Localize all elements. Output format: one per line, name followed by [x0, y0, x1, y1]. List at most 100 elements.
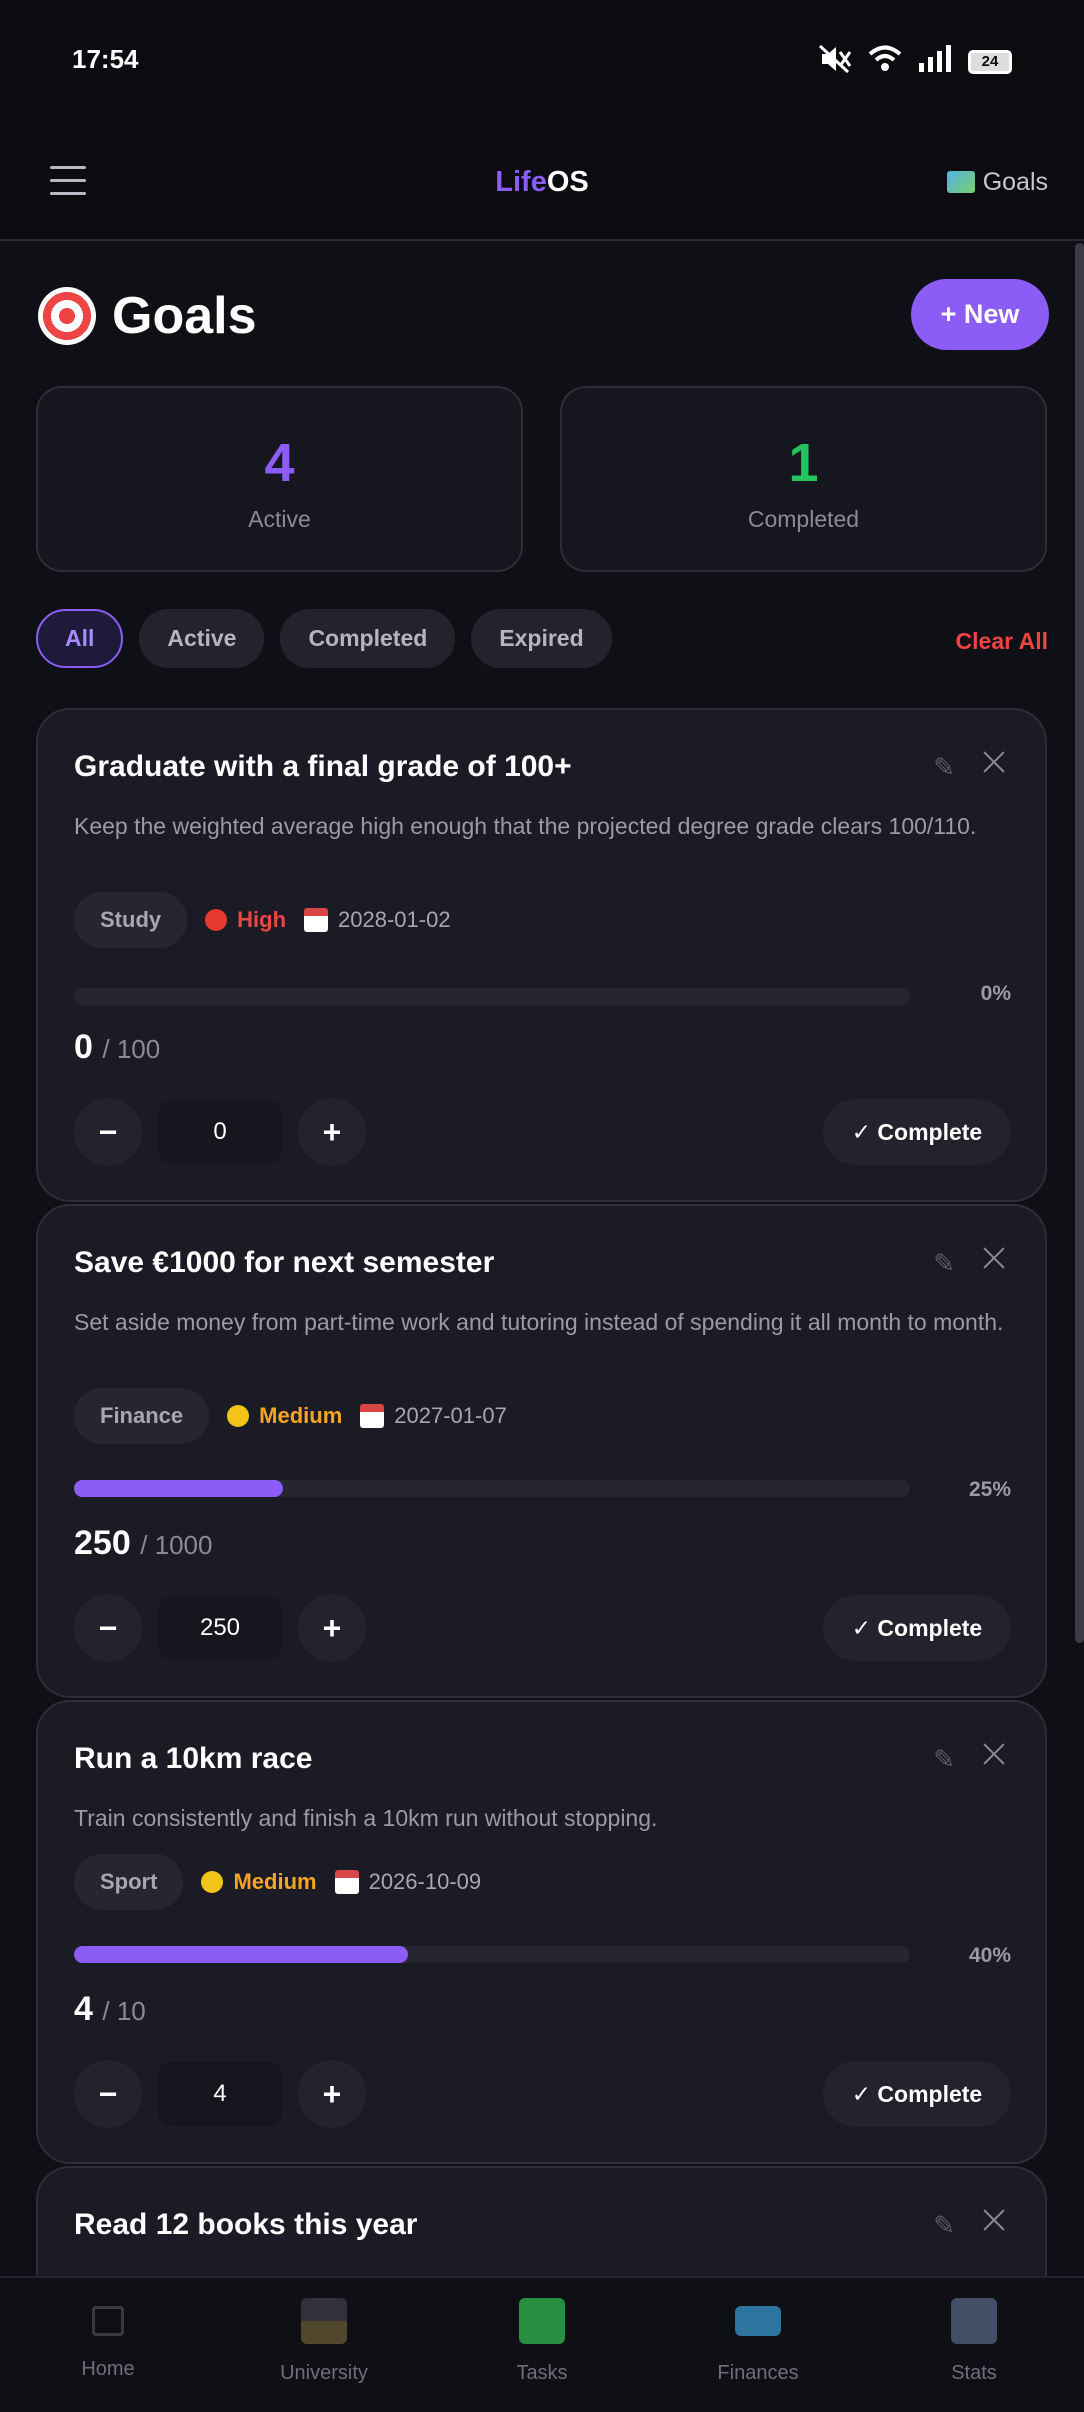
current-value: 0 — [74, 1028, 93, 1066]
brand-part2: OS — [546, 166, 589, 198]
edit-icon[interactable]: ✎ — [933, 752, 955, 783]
close-icon[interactable] — [981, 2206, 1007, 2232]
nav-stats-label: Stats — [951, 2362, 997, 2384]
target-value: / 1000 — [140, 1530, 213, 1560]
calendar-icon — [360, 1404, 385, 1428]
mute-icon — [818, 44, 852, 79]
decrement-button[interactable]: − — [74, 1594, 142, 1662]
value-input[interactable]: 250 — [158, 1596, 282, 1660]
active-stat-card: 4 Active — [36, 386, 523, 572]
brand-part1: Life — [495, 166, 547, 198]
signal-icon — [918, 45, 952, 78]
goal-title: Read 12 books this year — [74, 2208, 418, 2241]
yellow-circle-icon — [227, 1405, 250, 1427]
graduation-cap-icon — [301, 2298, 347, 2344]
nav-stats[interactable]: Stats — [904, 2298, 1044, 2385]
priority-label: Medium — [227, 1403, 342, 1429]
new-goal-button[interactable]: + New — [911, 279, 1049, 350]
filter-expired[interactable]: Expired — [471, 609, 612, 668]
filter-all[interactable]: All — [36, 609, 124, 668]
value-input[interactable]: 0 — [158, 1100, 282, 1164]
close-icon[interactable] — [981, 1244, 1007, 1270]
goal-card: Save €1000 for next semester ✎ Set aside… — [36, 1204, 1047, 1698]
target-value: / 100 — [102, 1034, 161, 1064]
goal-description: Keep the weighted average high enough th… — [74, 813, 977, 839]
nav-tasks[interactable]: Tasks — [472, 2298, 612, 2385]
filter-completed[interactable]: Completed — [280, 609, 456, 668]
current-value: 4 — [74, 1990, 93, 2028]
current-section: Goals — [946, 168, 1048, 197]
priority-label: High — [205, 907, 286, 933]
nav-home[interactable]: Home — [38, 2298, 178, 2381]
goal-value: 250 / 1000 — [74, 1524, 212, 1563]
clear-all-button[interactable]: Clear All — [956, 628, 1048, 655]
scrollbar[interactable] — [1075, 243, 1084, 1643]
nav-university-label: University — [280, 2362, 368, 2384]
increment-button[interactable]: + — [298, 2060, 366, 2128]
complete-button[interactable]: ✓ Complete — [823, 1595, 1011, 1661]
edit-icon[interactable]: ✎ — [933, 2210, 955, 2241]
goal-description: Train consistently and finish a 10km run… — [74, 1805, 658, 1831]
goal-value: 4 / 10 — [74, 1990, 146, 2029]
nav-finances[interactable]: Finances — [688, 2298, 828, 2385]
goal-title: Run a 10km race — [74, 1742, 313, 1775]
goal-description: Set aside money from part-time work and … — [74, 1309, 1004, 1335]
value-input[interactable]: 4 — [158, 2062, 282, 2126]
decrement-button[interactable]: − — [74, 2060, 142, 2128]
bottom-nav: Home University Tasks Finances Stats — [0, 2276, 1084, 2412]
completed-label: Completed — [747, 506, 860, 532]
decrement-button[interactable]: − — [74, 1098, 142, 1166]
nav-finances-label: Finances — [717, 2362, 799, 2384]
progress-bar — [74, 988, 910, 1005]
status-time: 17:54 — [72, 44, 139, 74]
goal-tags: Study High 2028-01-02 — [74, 892, 451, 948]
goal-tags: Finance Medium 2027-01-07 — [74, 1388, 507, 1444]
goal-title: Save €1000 for next semester — [74, 1246, 495, 1279]
status-icons: 24 — [818, 44, 1012, 79]
battery-icon: 24 — [968, 49, 1012, 74]
home-icon — [92, 2306, 124, 2336]
status-bar: 17:54 24 — [0, 0, 1084, 126]
progress-percent: 25% — [968, 1478, 1011, 1501]
goal-value: 0 / 100 — [74, 1028, 160, 1067]
due-date-text: 2026-10-09 — [368, 1869, 482, 1894]
bar-chart-icon — [951, 2298, 997, 2344]
filter-active[interactable]: Active — [139, 609, 265, 668]
category-tag: Finance — [74, 1388, 210, 1444]
app-header: LifeOS Goals — [0, 126, 1084, 241]
progress-fill — [74, 1480, 283, 1497]
goal-card: Run a 10km race ✎ Train consistently and… — [36, 1700, 1047, 2164]
current-section-label: Goals — [982, 168, 1048, 196]
nav-tasks-label: Tasks — [516, 2362, 568, 2384]
complete-button[interactable]: ✓ Complete — [823, 2061, 1011, 2127]
target-icon — [38, 287, 96, 345]
close-icon[interactable] — [981, 748, 1007, 774]
due-date-text: 2027-01-07 — [394, 1403, 507, 1428]
nav-university[interactable]: University — [254, 2298, 394, 2385]
increment-button[interactable]: + — [298, 1098, 366, 1166]
increment-button[interactable]: + — [298, 1594, 366, 1662]
priority-label: Medium — [201, 1869, 317, 1895]
completed-stat-card: 1 Completed — [560, 386, 1047, 572]
progress-bar — [74, 1946, 910, 1963]
goal-tags: Sport Medium 2026-10-09 — [74, 1854, 481, 1910]
checkmark-icon — [519, 2298, 565, 2344]
filter-bar: All Active Completed Expired — [36, 609, 612, 668]
map-icon — [946, 171, 975, 193]
category-tag: Sport — [74, 1854, 184, 1910]
edit-icon[interactable]: ✎ — [933, 1248, 955, 1279]
current-value: 250 — [74, 1524, 131, 1562]
edit-icon[interactable]: ✎ — [933, 1744, 955, 1775]
due-date: 2026-10-09 — [334, 1869, 482, 1895]
due-date: 2027-01-07 — [360, 1403, 507, 1429]
page-title-text: Goals — [112, 287, 257, 345]
wifi-icon — [868, 45, 902, 78]
complete-button[interactable]: ✓ Complete — [823, 1099, 1011, 1165]
due-date-text: 2028-01-02 — [338, 907, 451, 932]
money-icon — [735, 2306, 781, 2336]
close-icon[interactable] — [981, 1740, 1007, 1766]
goal-card: Graduate with a final grade of 100+ ✎ Ke… — [36, 708, 1047, 1202]
calendar-icon — [304, 908, 329, 932]
priority-text: Medium — [233, 1869, 317, 1894]
progress-fill — [74, 1946, 409, 1963]
